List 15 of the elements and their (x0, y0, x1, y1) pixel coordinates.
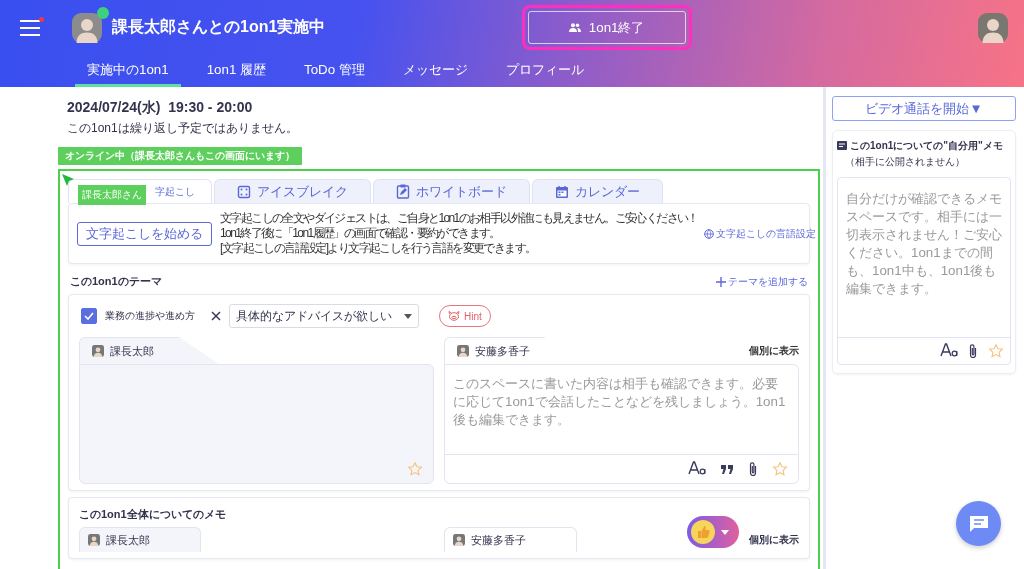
author-name: 安藤多香子 (475, 343, 530, 359)
memo-title: この1on1についての"自分用"メモ (850, 139, 1003, 153)
page-title: 課長太郎さんとの1on1実施中 (112, 17, 326, 37)
presence-label: オンライン中（課長太郎さんもこの画面にいます） (58, 147, 302, 165)
cursor-label: 課長太郎さん (78, 185, 146, 205)
theme-label: 業務の進捗や進め方 (105, 309, 195, 323)
author-name: 安藤多香子 (471, 532, 526, 548)
memo-subtitle: （相手に公開されません） (845, 155, 966, 169)
session-date: 2024/07/24(水) 19:30 - 20:00 (66, 99, 254, 116)
author-name: 課長太郎 (110, 343, 154, 359)
author-name: 課長太郎 (106, 532, 150, 548)
section-heading: この1on1のテーマ (70, 274, 162, 289)
recurrence-note: この1on1は繰り返し予定ではありません。 (66, 121, 299, 135)
transcription-info: 文字起こしの全文やダイジェストは、ご自身と1on1のお相手以外誰にも見えません。ご安心ください！ 1on1終了後に「1on1履歴」の画面で確認・要約ができます。 [文字起こしの言語設定]より文字起こしを行う言語を変更できます。 (220, 211, 698, 256)
section-heading: この1on1全体についてのメモ (79, 508, 226, 520)
